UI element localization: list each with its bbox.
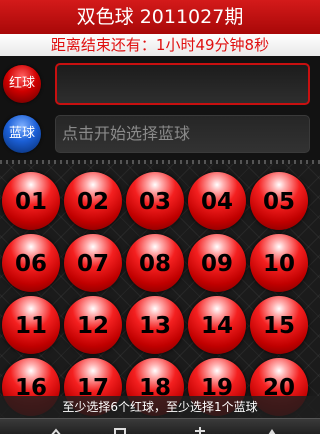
red-ball-05[interactable]: 05 [250, 172, 308, 230]
red-ball-13[interactable]: 13 [126, 296, 184, 354]
selection-area: 红球 蓝球 点击开始选择蓝球 [0, 56, 320, 162]
red-ball-06[interactable]: 06 [2, 234, 60, 292]
red-ball-10[interactable]: 10 [250, 234, 308, 292]
red-ball-07[interactable]: 07 [64, 234, 122, 292]
title-bar: 双色球 2011027期 [0, 0, 320, 34]
countdown-banner: 距离结束还有：1小时49分钟8秒 [0, 34, 320, 56]
blue-ball-badge-label: 蓝球 [8, 126, 35, 141]
red-ball-03[interactable]: 03 [126, 172, 184, 230]
red-ball-14[interactable]: 14 [188, 296, 246, 354]
ball-picker-panel: 01 02 03 04 05 06 07 08 09 10 11 12 13 14 15 16 17 18 19 20 [0, 164, 320, 434]
ball-grid: 01 02 03 04 05 06 07 08 09 10 11 12 13 14 15 16 17 18 19 20 [0, 164, 320, 434]
selection-hint: 至少选择6个红球，至少选择1个蓝球 [0, 396, 320, 418]
red-ball-11[interactable]: 11 [2, 296, 60, 354]
red-ball-09[interactable]: 09 [188, 234, 246, 292]
red-ball-field[interactable] [55, 63, 310, 105]
square-icon[interactable] [112, 423, 128, 434]
red-ball-04[interactable]: 04 [188, 172, 246, 230]
blue-ball-badge: 蓝球 [3, 115, 41, 153]
blue-ball-field[interactable]: 点击开始选择蓝球 [55, 115, 310, 153]
red-ball-01[interactable]: 01 [2, 172, 60, 230]
red-ball-02[interactable]: 02 [64, 172, 122, 230]
blue-ball-field-placeholder: 点击开始选择蓝球 [62, 124, 191, 143]
triangle-icon[interactable] [264, 423, 280, 434]
countdown-text: 距离结束还有：1小时49分钟8秒 [50, 36, 270, 54]
red-ball-badge: 红球 [3, 65, 41, 103]
selection-hint-text: 至少选择6个红球，至少选择1个蓝球 [62, 400, 258, 414]
sparkle-icon[interactable] [192, 423, 208, 434]
red-ball-08[interactable]: 08 [126, 234, 184, 292]
red-ball-15[interactable]: 15 [250, 296, 308, 354]
red-ball-badge-label: 红球 [8, 76, 35, 91]
red-ball-12[interactable]: 12 [64, 296, 122, 354]
page-title: 双色球 2011027期 [76, 6, 244, 28]
bottom-bar [0, 418, 320, 434]
up-arrow-icon[interactable] [48, 423, 64, 434]
